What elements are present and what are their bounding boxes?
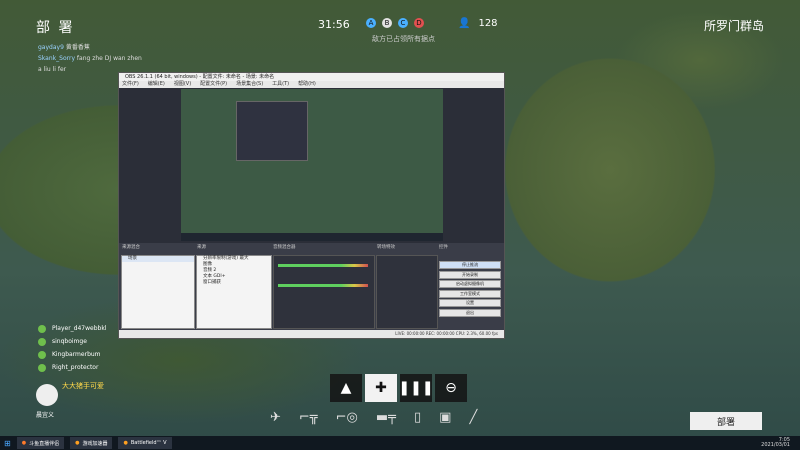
grenade-icon[interactable]: ▣ — [439, 410, 451, 425]
objective-indicators: A B C D — [366, 18, 424, 28]
squad-member: Kingbarmerbum — [38, 348, 106, 361]
mixer-meter — [278, 284, 368, 287]
chat-line: gayday9 黄番香蕉 — [38, 44, 90, 51]
obs-window[interactable]: OBS 26.1.1 (64 bit, windows) - 配置文件: 未命名… — [118, 72, 505, 339]
sources-panel: 分辨率限制(游戏) 最大 图像 音频 2 文本 GDI+ 窗口捕获 — [196, 255, 272, 329]
scene-item[interactable]: 场景 — [122, 256, 194, 262]
menu-item[interactable]: 帮助(H) — [298, 81, 316, 88]
taskbar-item[interactable]: ● 斗鱼直播伴侣 — [16, 437, 65, 449]
system-clock[interactable]: 7:05 2021/03/01 — [761, 438, 790, 448]
preview-hud-strip — [181, 233, 443, 241]
mixer-meter — [278, 264, 368, 267]
player-icon: 👤 — [458, 18, 471, 29]
squad-member-icon — [38, 350, 46, 359]
obs-menu-bar: 文件(F) 编辑(E) 视图(V) 配置文件(P) 场景集合(S) 工具(T) … — [119, 81, 504, 88]
transitions-panel — [376, 255, 438, 329]
obs-preview — [181, 89, 443, 241]
menu-item[interactable]: 配置文件(P) — [200, 81, 227, 88]
match-timer: 31:56 — [318, 18, 350, 31]
squad-member: Player_d47webbkl — [38, 322, 106, 335]
squad-list: Player_d47webbkl sinqboimge Kingbarmerbu… — [38, 322, 106, 374]
scenes-panel: 场景 — [121, 255, 195, 329]
streamer-name: 晨宜义 — [36, 412, 55, 419]
virtual-camera-button[interactable]: 启动虚拟摄像机 — [439, 280, 501, 288]
squad-member-icon — [38, 363, 46, 372]
taskbar-item[interactable]: ● 游戏加速器 — [70, 437, 113, 449]
stop-stream-button[interactable]: 停止推流 — [439, 261, 501, 269]
objective-c-icon: C — [398, 18, 408, 28]
studio-mode-button[interactable]: 工作室模式 — [439, 289, 501, 298]
objective-hint: 敌方已占领所有据点 — [372, 35, 435, 43]
menu-item[interactable]: 文件(F) — [122, 81, 139, 88]
app-icon: ● — [21, 440, 27, 446]
transitions-header: 转场特效 — [377, 245, 395, 250]
streamer-avatar — [36, 384, 58, 406]
recon-icon[interactable]: ⊖ — [435, 374, 467, 402]
scenes-header: 来源混合 — [122, 245, 140, 250]
donor-name: 大大猪手可爱 — [62, 382, 104, 390]
primary-weapon-icon[interactable]: ⌐╦ — [299, 410, 318, 425]
mixer-header: 音频混合器 — [273, 245, 296, 250]
objective-b-icon: B — [382, 18, 392, 28]
taskbar-item[interactable]: ● Battlefield™ V — [118, 437, 172, 449]
obs-dock: 来源混合 来源 音频混合器 转场特效 控件 场景 分辨率限制(游戏) 最大 图像… — [119, 243, 504, 338]
specialization-icon[interactable]: ✈ — [270, 410, 281, 425]
objective-a-icon: A — [366, 18, 376, 28]
map-name: 所罗门群岛 — [703, 19, 764, 33]
settings-button[interactable]: 设置 — [439, 299, 501, 307]
menu-item[interactable]: 工具(T) — [272, 81, 289, 88]
squad-member-icon — [38, 337, 46, 346]
squad-member-icon — [38, 324, 46, 333]
deploy-button[interactable]: 部署 — [690, 412, 762, 430]
audio-mixer-panel — [273, 255, 375, 329]
player-count: 👤 128 — [458, 18, 498, 29]
squad-member: Right_protector — [38, 361, 106, 374]
medic-icon[interactable]: ✚ — [365, 374, 397, 402]
gadget-icon[interactable]: ▯ — [414, 410, 421, 425]
assault-icon[interactable]: ▲ — [330, 374, 362, 402]
page-title: 部 署 — [36, 20, 75, 36]
start-recording-button[interactable]: 开始录制 — [439, 270, 501, 279]
objective-d-icon: D — [414, 18, 424, 28]
obs-status-bar: LIVE: 00:00:00 REC: 00:00:00 CPU: 2.3%, … — [119, 330, 504, 338]
chat-panel: gayday9 黄番香蕉 Skank_Sorry fang zhe DJ wan… — [38, 42, 142, 75]
melee-weapon-icon[interactable]: ╱ — [469, 410, 477, 425]
obs-title-bar[interactable]: OBS 26.1.1 (64 bit, windows) - 配置文件: 未命名… — [119, 73, 504, 81]
status-text: LIVE: 00:00:00 REC: 00:00:00 CPU: 2.3%, … — [395, 331, 498, 336]
melee-icon[interactable]: ▬╤ — [376, 410, 396, 425]
windows-taskbar: ⊞ ● 斗鱼直播伴侣 ● 游戏加速器 ● Battlefield™ V 7:05 20… — [0, 436, 800, 450]
support-icon[interactable]: ❚❚❚ — [398, 374, 434, 402]
sidearm-icon[interactable]: ⌐◎ — [336, 410, 358, 425]
player-count-value: 128 — [478, 18, 498, 29]
app-icon: ● — [75, 440, 80, 446]
class-selector: ▲ ✚ ❚❚❚ ⊖ — [330, 374, 467, 402]
app-icon: ● — [123, 440, 128, 446]
squad-member: sinqboimge — [38, 335, 106, 348]
menu-item[interactable]: 编辑(E) — [148, 81, 165, 88]
chat-line: Skank_Sorry fang zhe DJ wan zhen — [38, 55, 142, 62]
controls-header: 控件 — [439, 245, 448, 250]
sources-header: 来源 — [197, 245, 206, 250]
loadout-bar: ✈ ⌐╦ ⌐◎ ▬╤ ▯ ▣ ╱ — [270, 410, 550, 425]
source-item[interactable]: 窗口捕获 — [197, 280, 271, 286]
exit-button[interactable]: 退出 — [439, 308, 501, 317]
menu-item[interactable]: 视图(V) — [174, 81, 191, 88]
menu-item[interactable]: 场景集合(S) — [236, 81, 263, 88]
controls-panel: 停止推流 开始录制 启动虚拟摄像机 工作室模式 设置 退出 — [439, 261, 501, 318]
preview-nested-window — [236, 101, 308, 161]
windows-start-icon[interactable]: ⊞ — [4, 439, 11, 448]
